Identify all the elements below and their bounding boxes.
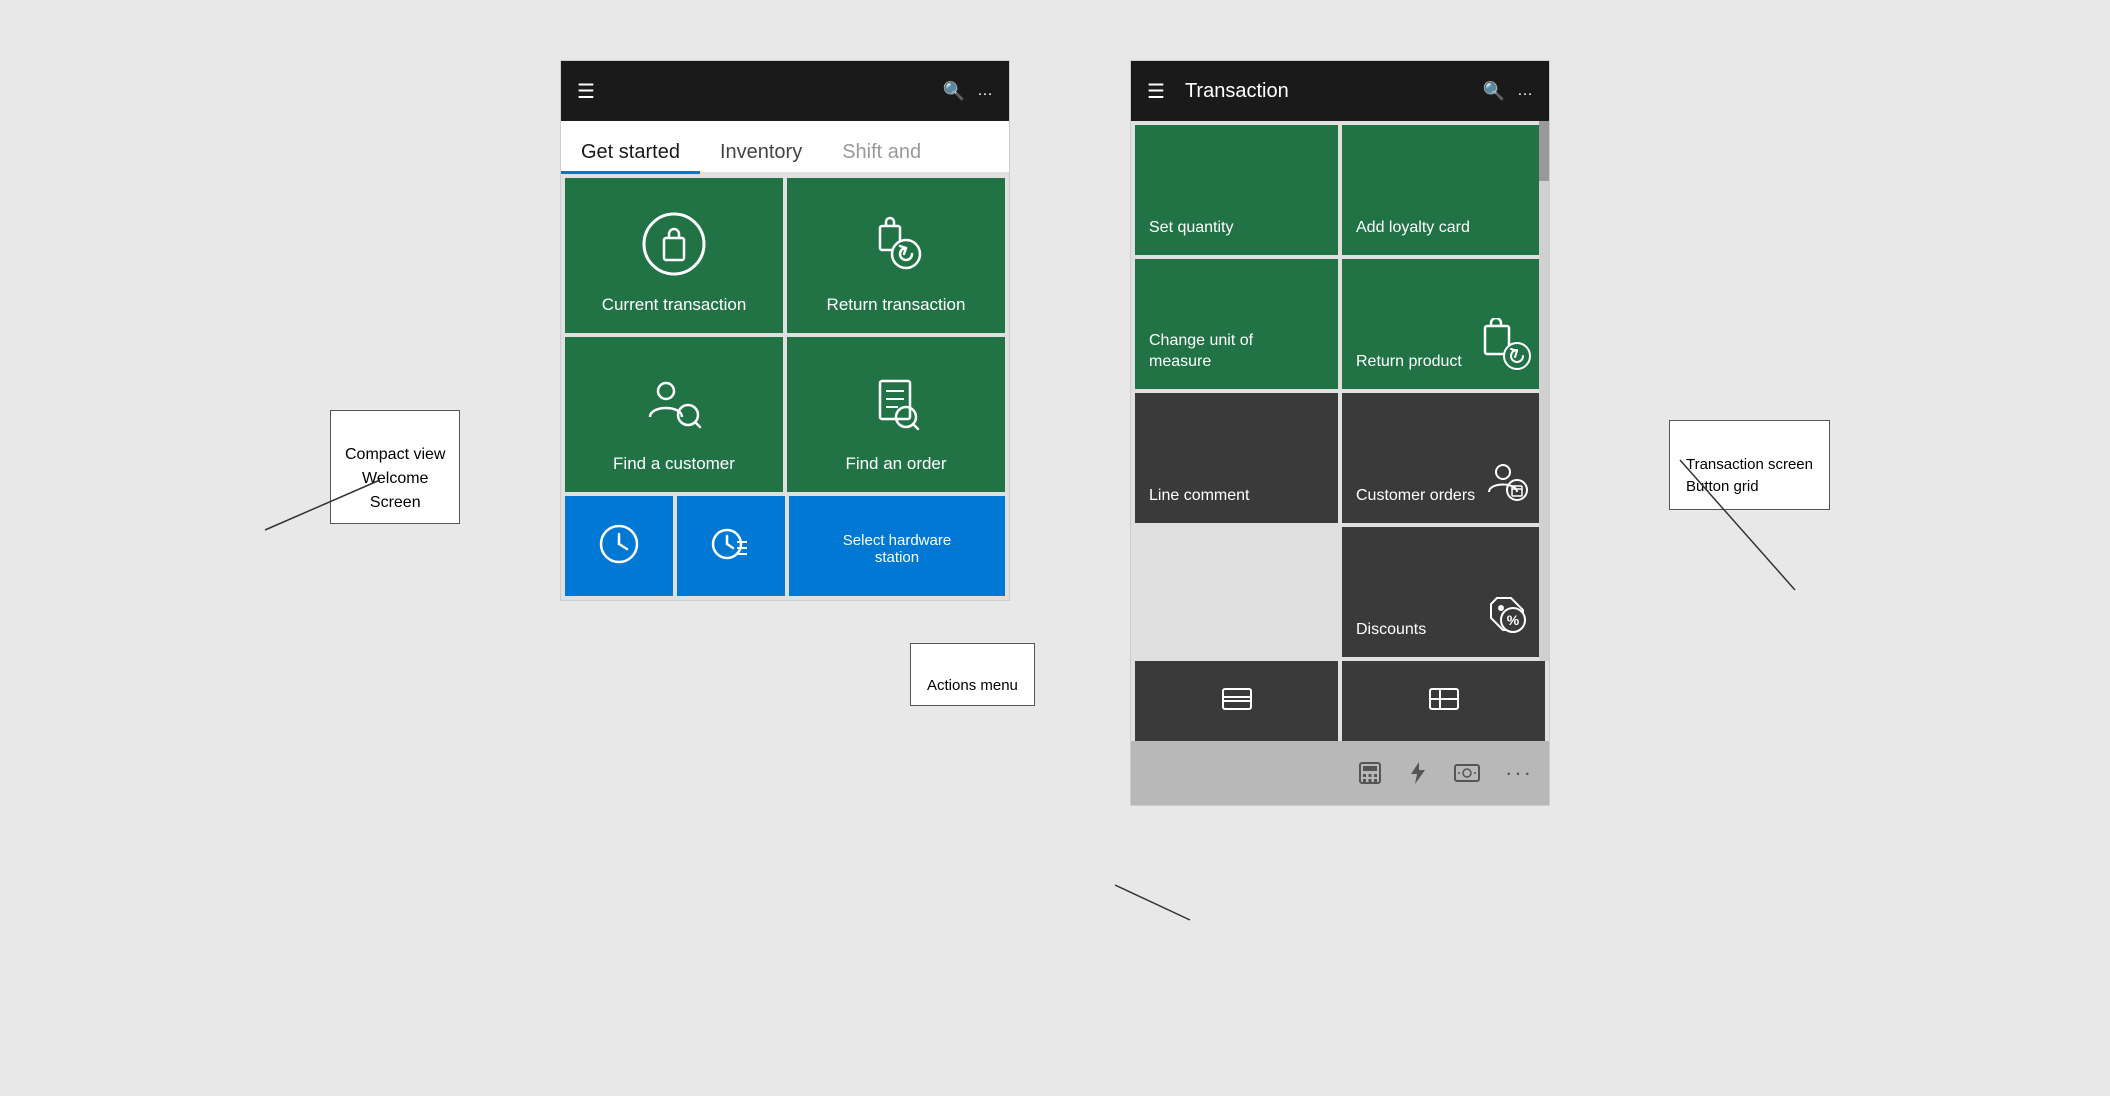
search-icon[interactable]: 🔍 bbox=[943, 81, 965, 102]
welcome-screen-phone: ☰ 🔍 … Get started Inventory Shift and bbox=[560, 60, 1010, 601]
return-transaction-button[interactable]: Return transaction bbox=[787, 178, 1005, 333]
hardware-station-label: Select hardware station bbox=[843, 532, 951, 566]
discounts-icon: % bbox=[1483, 590, 1531, 643]
return-product-label: Return product bbox=[1356, 352, 1462, 373]
clock-button[interactable] bbox=[565, 496, 673, 596]
partial-right-icon bbox=[1426, 681, 1462, 722]
current-transaction-label: Current transaction bbox=[602, 295, 747, 315]
scrollbar-track bbox=[1539, 121, 1549, 661]
partial-bottom-row bbox=[1131, 661, 1549, 741]
tab-get-started[interactable]: Get started bbox=[561, 133, 700, 172]
find-order-button[interactable]: Find an order bbox=[787, 337, 1005, 492]
actions-menu-callout: Actions menu bbox=[910, 643, 1035, 706]
partial-left-button[interactable] bbox=[1135, 661, 1338, 741]
add-loyalty-label: Add loyalty card bbox=[1356, 218, 1470, 239]
transaction-screen-phone: ☰ Transaction 🔍 … Set quantity Add loyal… bbox=[1130, 60, 1550, 806]
more-icon[interactable]: … bbox=[977, 82, 993, 100]
right-more-icon[interactable]: … bbox=[1517, 82, 1533, 100]
clock-icon bbox=[597, 522, 641, 571]
hamburger-icon[interactable]: ☰ bbox=[577, 79, 595, 104]
return-product-button[interactable]: Return product bbox=[1342, 259, 1545, 389]
transaction-title: Transaction bbox=[1185, 80, 1289, 103]
bottom-row: Select hardware station bbox=[561, 496, 1009, 600]
set-quantity-button[interactable]: Set quantity bbox=[1135, 125, 1338, 255]
line-comment-label: Line comment bbox=[1149, 486, 1250, 507]
set-quantity-label: Set quantity bbox=[1149, 218, 1234, 239]
find-customer-label: Find a customer bbox=[613, 454, 735, 474]
partial-left-icon bbox=[1219, 681, 1255, 722]
compact-view-callout: Compact view Welcome Screen bbox=[330, 410, 460, 524]
change-uom-button[interactable]: Change unit of measure bbox=[1135, 259, 1338, 389]
welcome-button-grid: Current transaction Return transaction bbox=[561, 174, 1009, 496]
discounts-button[interactable]: Discounts % bbox=[1342, 527, 1545, 657]
partial-right-button[interactable] bbox=[1342, 661, 1545, 741]
tab-inventory[interactable]: Inventory bbox=[700, 133, 822, 172]
discounts-label: Discounts bbox=[1356, 620, 1426, 641]
line-comment-button[interactable]: Line comment bbox=[1135, 393, 1338, 523]
hardware-station-button[interactable]: Select hardware station bbox=[789, 496, 1005, 596]
right-phone-header: ☰ Transaction 🔍 … bbox=[1131, 61, 1549, 121]
tab-shift[interactable]: Shift and bbox=[822, 133, 941, 172]
return-product-icon bbox=[1479, 318, 1531, 375]
return-transaction-label: Return transaction bbox=[827, 295, 966, 315]
find-order-label: Find an order bbox=[845, 454, 946, 474]
clock-list-icon bbox=[709, 522, 753, 571]
find-order-icon bbox=[864, 371, 928, 440]
customer-orders-label: Customer orders bbox=[1356, 486, 1475, 507]
transaction-button-grid: Set quantity Add loyalty card Change uni… bbox=[1131, 121, 1549, 661]
clock-list-button[interactable] bbox=[677, 496, 785, 596]
return-transaction-icon bbox=[864, 212, 928, 281]
calculator-button[interactable] bbox=[1357, 760, 1383, 786]
transaction-grid-callout: Transaction screen Button grid bbox=[1669, 420, 1830, 510]
more-toolbar-label: ··· bbox=[1505, 760, 1533, 786]
find-customer-button[interactable]: Find a customer bbox=[565, 337, 783, 492]
change-uom-label: Change unit of measure bbox=[1149, 331, 1253, 373]
lightning-button[interactable] bbox=[1407, 760, 1429, 786]
svg-text:%: % bbox=[1507, 612, 1520, 628]
toolbar-bottom: ··· bbox=[1131, 741, 1549, 805]
add-loyalty-button[interactable]: Add loyalty card bbox=[1342, 125, 1545, 255]
left-phone-header: ☰ 🔍 … bbox=[561, 61, 1009, 121]
nav-tabs: Get started Inventory Shift and bbox=[561, 121, 1009, 174]
current-transaction-button[interactable]: Current transaction bbox=[565, 178, 783, 333]
find-customer-icon bbox=[642, 371, 706, 440]
money-button[interactable] bbox=[1453, 762, 1481, 784]
scrollbar-thumb[interactable] bbox=[1539, 121, 1549, 181]
customer-orders-icon bbox=[1483, 456, 1531, 509]
shopping-bag-icon bbox=[642, 212, 706, 281]
transaction-screen-container: ☰ Transaction 🔍 … Set quantity Add loyal… bbox=[1130, 40, 1550, 806]
more-toolbar-button[interactable]: ··· bbox=[1505, 760, 1533, 786]
right-search-icon[interactable]: 🔍 bbox=[1483, 81, 1505, 102]
right-hamburger-icon[interactable]: ☰ bbox=[1147, 79, 1165, 104]
customer-orders-button[interactable]: Customer orders bbox=[1342, 393, 1545, 523]
